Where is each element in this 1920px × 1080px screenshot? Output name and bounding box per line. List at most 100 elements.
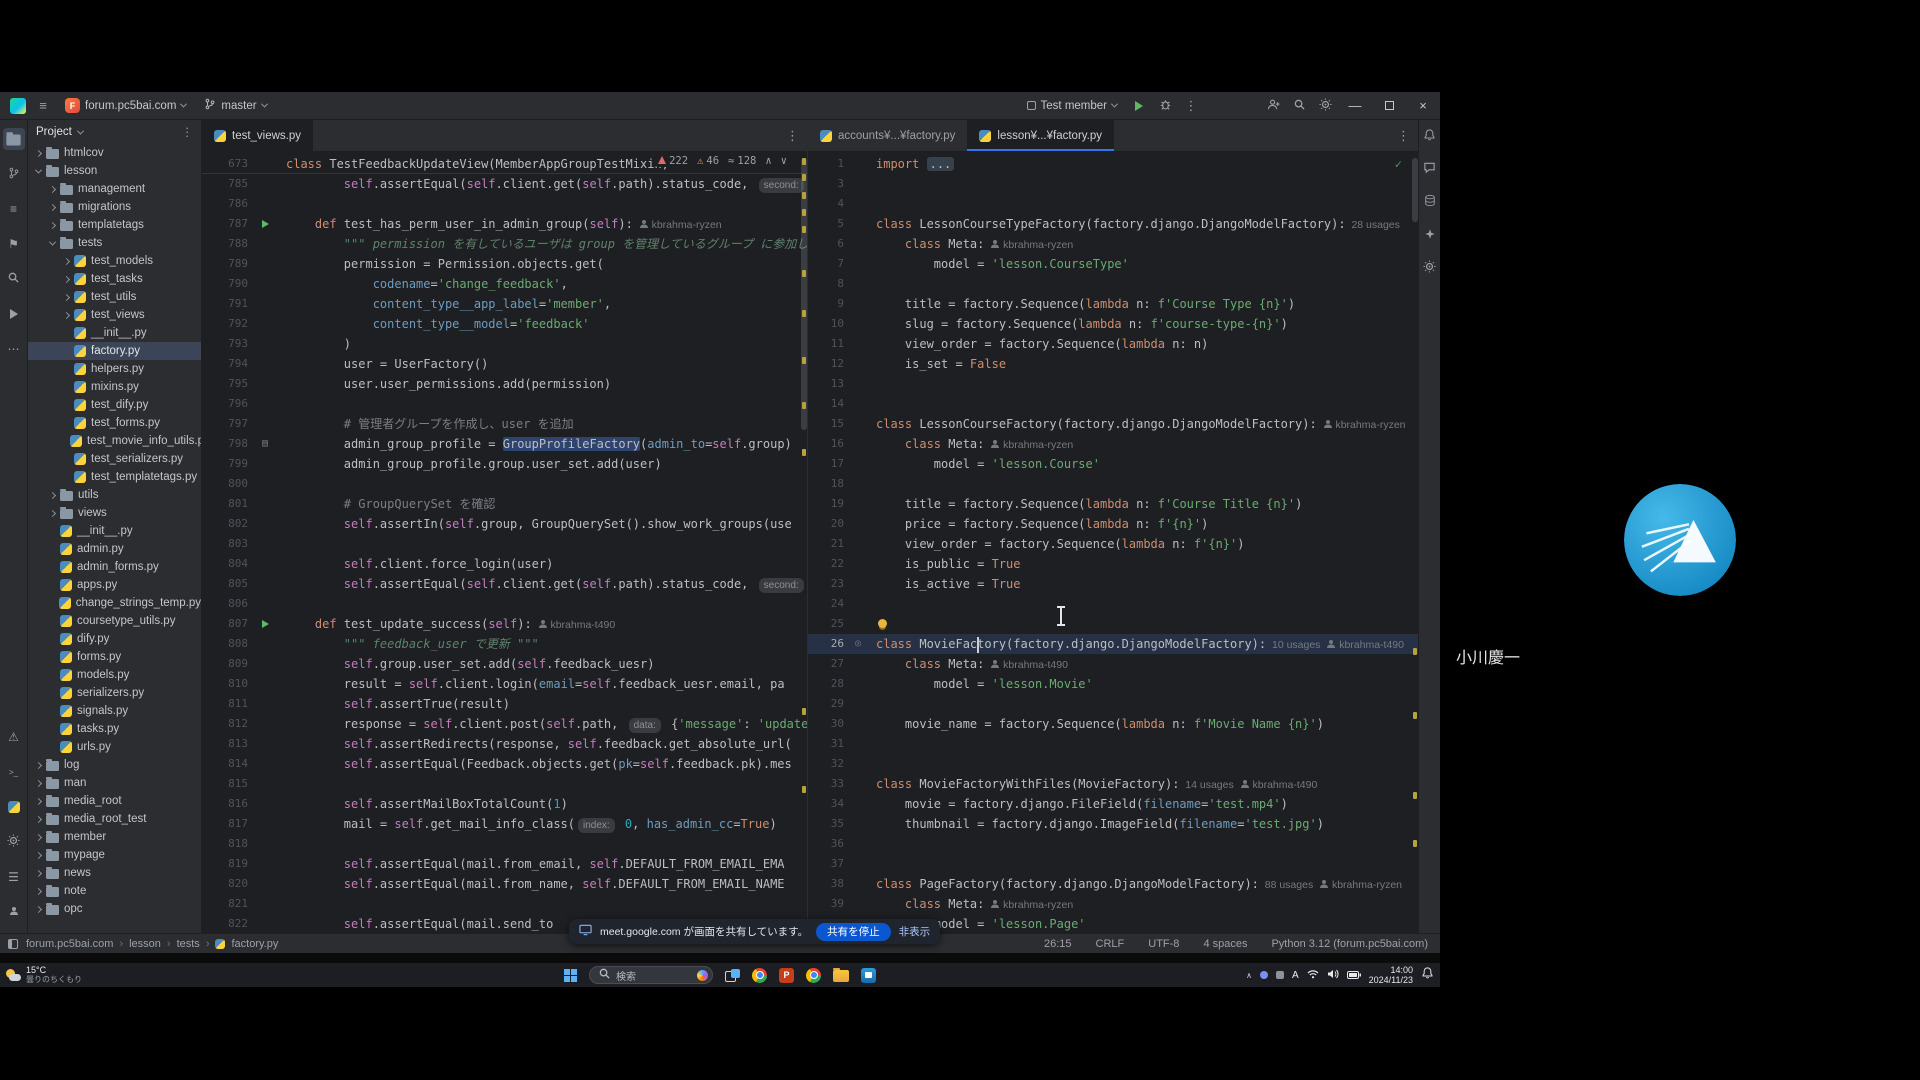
chevron-icon[interactable] (49, 203, 56, 210)
warning-stripe-mark[interactable] (802, 310, 806, 317)
file-encoding[interactable]: UTF-8 (1148, 938, 1179, 950)
tree-item-man[interactable]: man (28, 774, 201, 792)
warning-stripe-mark[interactable] (802, 402, 806, 409)
code-line-811[interactable]: 811 self.assertTrue(result) (202, 694, 807, 714)
breadcrumb-lesson[interactable]: lesson (129, 938, 161, 950)
services-tool-icon[interactable] (3, 831, 25, 853)
line-number[interactable]: 808 (202, 634, 252, 654)
gutter-mark-icon[interactable]: ▤ (252, 434, 278, 454)
code-line-3[interactable]: 3 (808, 174, 1418, 194)
code-line-14[interactable]: 14 (808, 394, 1418, 414)
tree-item-signals.py[interactable]: signals.py (28, 702, 201, 720)
powerpoint-icon[interactable]: P (779, 968, 794, 983)
tree-item-models.py[interactable]: models.py (28, 666, 201, 684)
tree-item-news[interactable]: news (28, 864, 201, 882)
tree-item-templatetags[interactable]: templatetags (28, 216, 201, 234)
line-number[interactable]: 7 (808, 254, 848, 274)
caret-position[interactable]: 26:15 (1044, 938, 1072, 950)
code-line-8[interactable]: 8 (808, 274, 1418, 294)
chevron-icon[interactable] (35, 833, 42, 840)
line-number[interactable]: 794 (202, 354, 252, 374)
tree-item-factory.py[interactable]: factory.py (28, 342, 201, 360)
wifi-icon[interactable] (1307, 966, 1319, 984)
line-number[interactable]: 801 (202, 494, 252, 514)
chevron-icon[interactable] (35, 149, 42, 156)
line-number[interactable]: 807 (202, 614, 252, 634)
warning-stripe-mark[interactable] (802, 209, 806, 216)
tree-item-tasks.py[interactable]: tasks.py (28, 720, 201, 738)
chevron-icon[interactable] (63, 311, 70, 318)
line-number[interactable]: 1 (808, 154, 848, 174)
ai-chat-icon[interactable] (1423, 161, 1436, 179)
line-number[interactable]: 24 (808, 594, 848, 614)
tree-item-member[interactable]: member (28, 828, 201, 846)
code-line-801[interactable]: 801 # GroupQuerySet を確認 (202, 494, 807, 514)
line-number[interactable]: 30 (808, 714, 848, 734)
code-line-785[interactable]: 785 self.assertEqual(self.client.get(sel… (202, 174, 807, 194)
run-test-icon[interactable] (252, 614, 278, 634)
tree-item-htmlcov[interactable]: htmlcov (28, 144, 201, 162)
line-separator[interactable]: CRLF (1096, 938, 1125, 950)
line-number[interactable]: 17 (808, 454, 848, 474)
line-number[interactable]: 28 (808, 674, 848, 694)
project-selector[interactable]: F forum.pc5bai.com (58, 95, 193, 117)
line-number[interactable]: 31 (808, 734, 848, 754)
line-number[interactable]: 15 (808, 414, 848, 434)
code-with-me-button[interactable] (1261, 95, 1285, 117)
line-number[interactable]: 37 (808, 854, 848, 874)
warning-stripe-mark[interactable] (1413, 792, 1417, 799)
tree-item-test_templatetags.py[interactable]: test_templatetags.py (28, 468, 201, 486)
search-box[interactable]: 検索 (589, 966, 713, 984)
code-line-20[interactable]: 20 price = factory.Sequence(lambda n: f'… (808, 514, 1418, 534)
code-line-793[interactable]: 793 ) (202, 334, 807, 354)
tree-item-log[interactable]: log (28, 756, 201, 774)
line-number[interactable]: 19 (808, 494, 848, 514)
stop-sharing-button[interactable]: 共有を停止 (816, 923, 891, 941)
line-number[interactable]: 29 (808, 694, 848, 714)
line-number[interactable]: 812 (202, 714, 252, 734)
code-line-34[interactable]: 34 movie = factory.django.FileField(file… (808, 794, 1418, 814)
line-number[interactable]: 25 (808, 614, 848, 634)
line-number[interactable]: 9 (808, 294, 848, 314)
right-editor-scrollbar[interactable] (1412, 158, 1418, 222)
code-line-818[interactable]: 818 (202, 834, 807, 854)
tree-item-forms.py[interactable]: forms.py (28, 648, 201, 666)
warning-stripe-mark[interactable] (802, 158, 806, 165)
code-line-808[interactable]: 808 """ feedback_user で更新 """ (202, 634, 807, 654)
code-line-816[interactable]: 816 self.assertMailBoxTotalCount(1) (202, 794, 807, 814)
structure-tool-icon[interactable]: ≡ (3, 198, 25, 220)
branch-selector[interactable]: master (197, 95, 273, 117)
file-explorer-icon[interactable] (833, 970, 849, 982)
chevron-icon[interactable] (35, 905, 42, 912)
tree-item-test_views[interactable]: test_views (28, 306, 201, 324)
line-number[interactable]: 821 (202, 894, 252, 914)
chevron-icon[interactable] (35, 166, 42, 173)
settings-button[interactable] (1313, 95, 1337, 117)
tree-item-test_serializers.py[interactable]: test_serializers.py (28, 450, 201, 468)
code-line-15[interactable]: 15class LessonCourseFactory(factory.djan… (808, 414, 1418, 434)
volume-icon[interactable] (1327, 966, 1339, 984)
code-line-29[interactable]: 29 (808, 694, 1418, 714)
notifications-icon[interactable] (1423, 128, 1436, 146)
tree-item-media_root[interactable]: media_root (28, 792, 201, 810)
code-line-788[interactable]: 788 """ permission を有しているユーザは group を管理し… (202, 234, 807, 254)
tree-item-test_models[interactable]: test_models (28, 252, 201, 270)
code-line-35[interactable]: 35 thumbnail = factory.django.ImageField… (808, 814, 1418, 834)
line-number[interactable]: 800 (202, 474, 252, 494)
line-number[interactable]: 810 (202, 674, 252, 694)
chevron-icon[interactable] (49, 491, 56, 498)
tree-item-tests[interactable]: tests (28, 234, 201, 252)
code-line-30[interactable]: 30 movie_name = factory.Sequence(lambda … (808, 714, 1418, 734)
code-line-27[interactable]: 27 class Meta: kbrahma-t490 (808, 654, 1418, 674)
tree-item-test_movie_info_utils.py[interactable]: test_movie_info_utils.py (28, 432, 201, 450)
code-line-36[interactable]: 36 (808, 834, 1418, 854)
tool-windows-toggle-icon[interactable] (8, 939, 18, 949)
todo-tool-icon[interactable]: ☰ (3, 866, 25, 888)
line-number[interactable]: 803 (202, 534, 252, 554)
line-number[interactable]: 792 (202, 314, 252, 334)
indent-setting[interactable]: 4 spaces (1203, 938, 1247, 950)
tree-item-lesson[interactable]: lesson (28, 162, 201, 180)
project-tool-icon[interactable] (3, 128, 25, 150)
code-line-28[interactable]: 28 model = 'lesson.Movie' (808, 674, 1418, 694)
code-line-39[interactable]: 39 class Meta: kbrahma-ryzen (808, 894, 1418, 914)
